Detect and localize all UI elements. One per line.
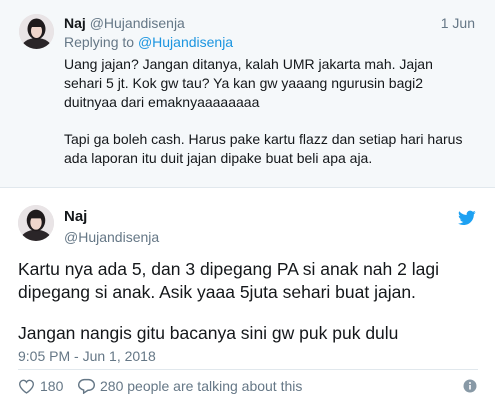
info-icon[interactable]	[463, 379, 477, 393]
conversation-button[interactable]: 280 people are talking about this	[78, 377, 302, 395]
avatar[interactable]	[19, 14, 54, 49]
divider	[18, 369, 478, 370]
tweet-date[interactable]: 1 Jun	[441, 14, 475, 32]
parent-tweet[interactable]: Naj @Hujandisenja 1 Jun Replying to @Huj…	[0, 0, 495, 188]
like-button[interactable]: 180	[18, 377, 63, 395]
display-name[interactable]: Naj	[64, 15, 86, 31]
twitter-bird-icon[interactable]	[458, 210, 476, 226]
replying-to-link[interactable]: @Hujandisenja	[138, 34, 233, 50]
tweet-header: Naj @Hujandisenja 1 Jun	[64, 14, 475, 32]
profile-photo-icon	[19, 14, 54, 49]
profile-photo-icon	[18, 205, 54, 241]
user-handle[interactable]: @Hujandisenja	[64, 228, 159, 246]
tweet-paragraph: Kartu nya ada 5, dan 3 dipegang PA si an…	[18, 259, 439, 302]
tweet-paragraph: Jangan nangis gitu bacanya sini gw puk p…	[18, 323, 399, 343]
user-handle[interactable]: @Hujandisenja	[90, 15, 185, 31]
avatar[interactable]	[18, 205, 54, 241]
display-name[interactable]: Naj	[64, 208, 87, 226]
replying-to: Replying to @Hujandisenja	[64, 33, 233, 51]
speech-bubble-icon	[78, 378, 95, 394]
tweet-paragraph: Uang jajan? Jangan ditanya, kalah UMR ja…	[64, 56, 433, 110]
heart-icon	[18, 379, 35, 394]
tweet-text: Uang jajan? Jangan ditanya, kalah UMR ja…	[64, 55, 469, 186]
replying-to-label: Replying to	[64, 34, 138, 50]
tweet-paragraph: Tapi ga boleh cash. Harus pake kartu fla…	[64, 131, 463, 166]
like-count: 180	[40, 378, 64, 394]
tweet-timestamp[interactable]: 9:05 PM - Jun 1, 2018	[18, 347, 156, 365]
talking-count: 280 people are talking about this	[100, 378, 303, 394]
